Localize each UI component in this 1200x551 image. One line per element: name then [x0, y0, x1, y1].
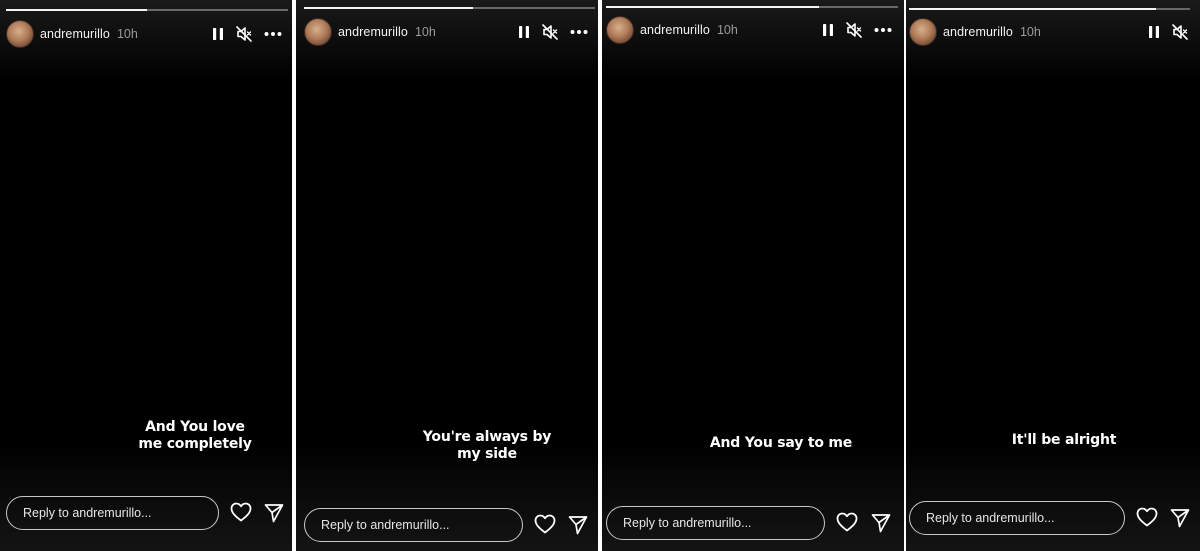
send-icon[interactable] [263, 502, 285, 524]
story-caption: And You love me completely [115, 419, 275, 453]
story-controls [822, 22, 892, 38]
username[interactable]: andremurillo [943, 25, 1013, 39]
timestamp: 10h [116, 27, 138, 41]
story-header: andremurillo 10h [6, 20, 282, 48]
caption-line: my side [457, 446, 517, 462]
story-progress-bar [6, 9, 288, 11]
caption-line: And You say to me [709, 435, 853, 451]
story-panel-3: andremurillo 10h And You say to me [602, 0, 904, 551]
avatar[interactable] [6, 20, 34, 48]
send-icon[interactable] [870, 512, 892, 534]
story-progress-bar [606, 6, 898, 8]
muted-speaker-icon[interactable] [542, 24, 558, 40]
muted-speaker-icon[interactable] [1172, 24, 1188, 40]
timestamp: 10h [716, 23, 738, 37]
heart-icon[interactable] [230, 501, 252, 523]
story-panel-4: andremurillo 10h It'll be alright [906, 0, 1200, 551]
reply-input[interactable] [6, 496, 219, 530]
story-progress-bar [909, 8, 1190, 10]
heart-icon[interactable] [534, 513, 556, 535]
more-options-icon[interactable] [570, 29, 588, 35]
username[interactable]: andremurillo [40, 27, 110, 41]
story-progress-fill [6, 9, 147, 11]
story-progress-fill [304, 7, 473, 9]
muted-speaker-icon[interactable] [236, 26, 252, 42]
story-progress-fill [909, 8, 1157, 10]
caption-line: It'll be alright [1011, 432, 1117, 448]
send-icon[interactable] [567, 514, 589, 536]
story-progress-bar [304, 7, 595, 9]
story-panel-2: andremurillo 10h You're always by my sid… [296, 0, 598, 551]
story-controls [1148, 24, 1188, 40]
more-options-icon[interactable] [264, 31, 282, 37]
caption-line: You're always by [422, 429, 552, 445]
pause-icon[interactable] [822, 23, 834, 37]
pause-icon[interactable] [212, 27, 224, 41]
story-progress-fill [606, 6, 820, 8]
reply-input[interactable] [606, 506, 825, 540]
username[interactable]: andremurillo [338, 25, 408, 39]
story-header: andremurillo 10h [909, 18, 1188, 46]
more-options-icon[interactable] [874, 27, 892, 33]
username[interactable]: andremurillo [640, 23, 710, 37]
story-caption: You're always by my side [397, 429, 577, 463]
story-controls [212, 26, 282, 42]
send-icon[interactable] [1169, 507, 1191, 529]
story-header: andremurillo 10h [606, 16, 892, 44]
story-caption: And You say to me [691, 435, 871, 452]
story-caption: It'll be alright [984, 432, 1144, 449]
avatar[interactable] [304, 18, 332, 46]
caption-line: me completely [138, 436, 252, 452]
timestamp: 10h [414, 25, 436, 39]
caption-line: And You love [145, 419, 245, 435]
story-panel-1: andremurillo 10h And You love me complet… [0, 0, 292, 551]
muted-speaker-icon[interactable] [846, 22, 862, 38]
heart-icon[interactable] [1136, 506, 1158, 528]
reply-input[interactable] [909, 501, 1125, 535]
story-header: andremurillo 10h [304, 18, 588, 46]
story-controls [518, 24, 588, 40]
timestamp: 10h [1019, 25, 1041, 39]
heart-icon[interactable] [836, 511, 858, 533]
pause-icon[interactable] [1148, 25, 1160, 39]
reply-input[interactable] [304, 508, 523, 542]
pause-icon[interactable] [518, 25, 530, 39]
avatar[interactable] [606, 16, 634, 44]
avatar[interactable] [909, 18, 937, 46]
